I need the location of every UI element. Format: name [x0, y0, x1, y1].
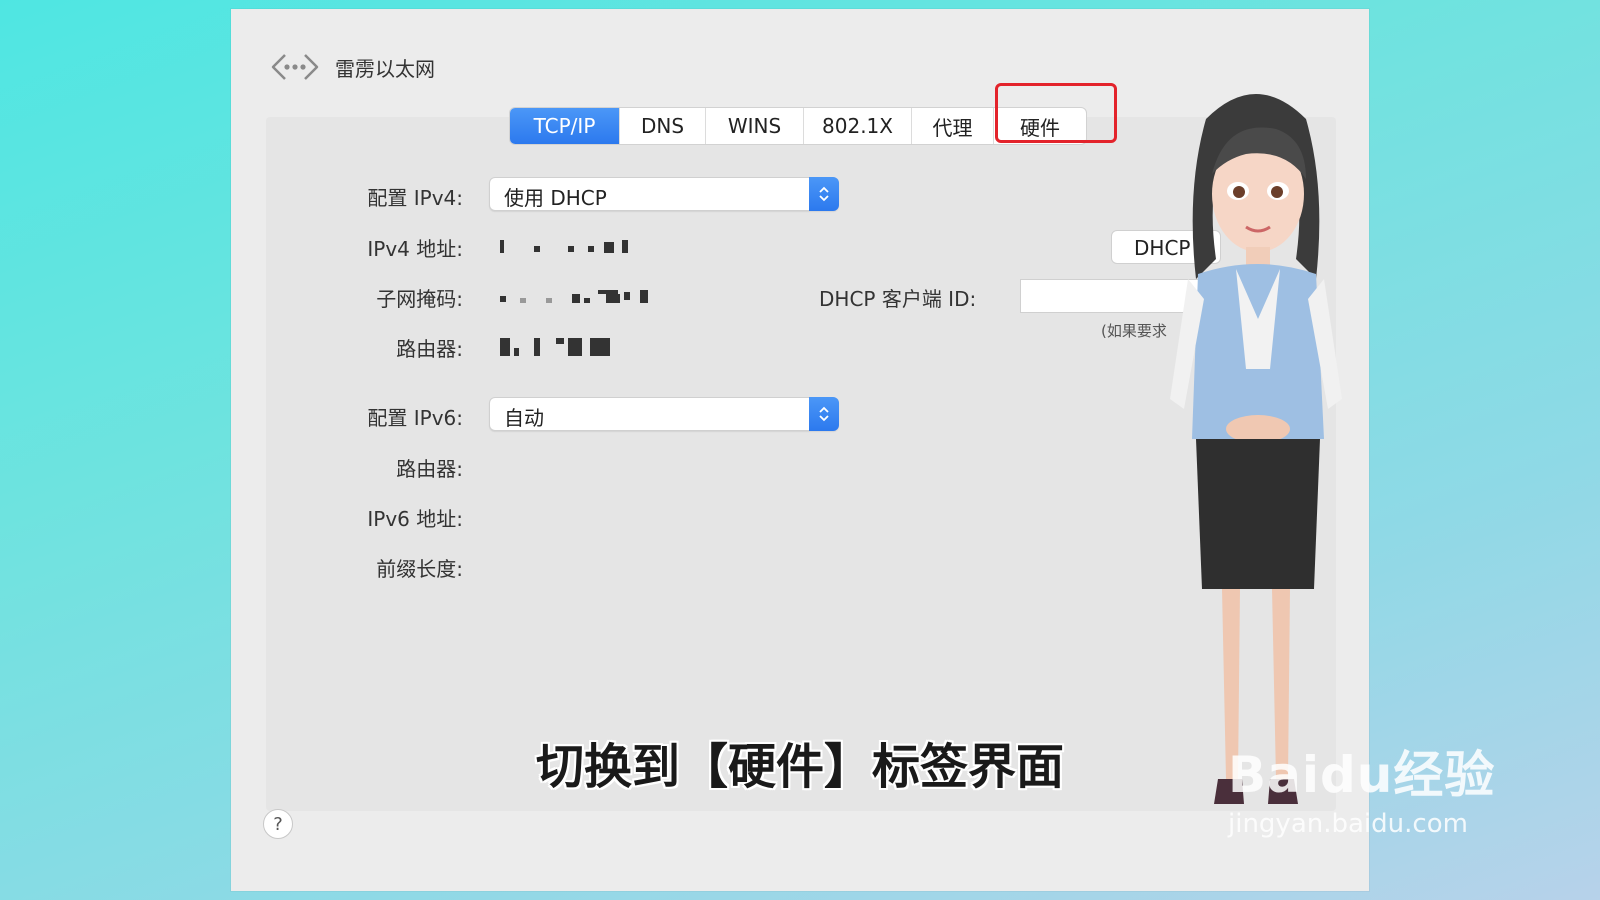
configure-ipv6-value: 自动 [504, 406, 544, 430]
ipv6-address-label: IPv6 地址: [367, 507, 463, 531]
dhcp-client-id-label: DHCP 客户端 ID: [819, 287, 977, 311]
configure-ipv4-popup[interactable]: 使用 DHCP [489, 177, 839, 211]
tab-dns[interactable]: DNS [620, 108, 706, 144]
ipv6-router-label: 路由器: [396, 457, 463, 481]
tab-8021x[interactable]: 802.1X [804, 108, 912, 144]
hardware-tab-highlight [995, 83, 1117, 143]
ipv4-router-label: 路由器: [396, 337, 463, 361]
tab-proxy[interactable]: 代理 [912, 108, 994, 144]
subnet-mask-redacted [500, 290, 660, 304]
baidu-jingyan-watermark: Baidu经验 jingyan.baidu.com [1228, 735, 1495, 839]
watermark-url: jingyan.baidu.com [1228, 809, 1468, 839]
network-back-forward-icon[interactable] [267, 47, 323, 87]
ipv4-address-label: IPv4 地址: [367, 237, 463, 261]
configure-ipv4-value: 使用 DHCP [504, 186, 607, 210]
configure-ipv6-popup[interactable]: 自动 [489, 397, 839, 431]
popup-stepper-icon [809, 177, 839, 211]
help-button[interactable]: ? [263, 809, 293, 839]
window-title: 雷雳以太网 [335, 56, 435, 81]
header: 雷雳以太网 [267, 47, 435, 87]
dhcp-client-id-hint: (如果要求 [1101, 322, 1167, 340]
router-redacted [500, 336, 620, 356]
configure-ipv4-label: 配置 IPv4: [367, 186, 463, 210]
watermark-brand: Baidu经验 [1228, 746, 1496, 804]
subnet-mask-label: 子网掩码: [376, 287, 463, 311]
ipv4-address-redacted [500, 240, 640, 254]
tab-tcpip[interactable]: TCP/IP [510, 108, 620, 144]
prefix-length-label: 前缀长度: [376, 557, 463, 581]
tab-wins[interactable]: WINS [706, 108, 804, 144]
popup-stepper-icon [809, 397, 839, 431]
configure-ipv6-label: 配置 IPv6: [367, 406, 463, 430]
